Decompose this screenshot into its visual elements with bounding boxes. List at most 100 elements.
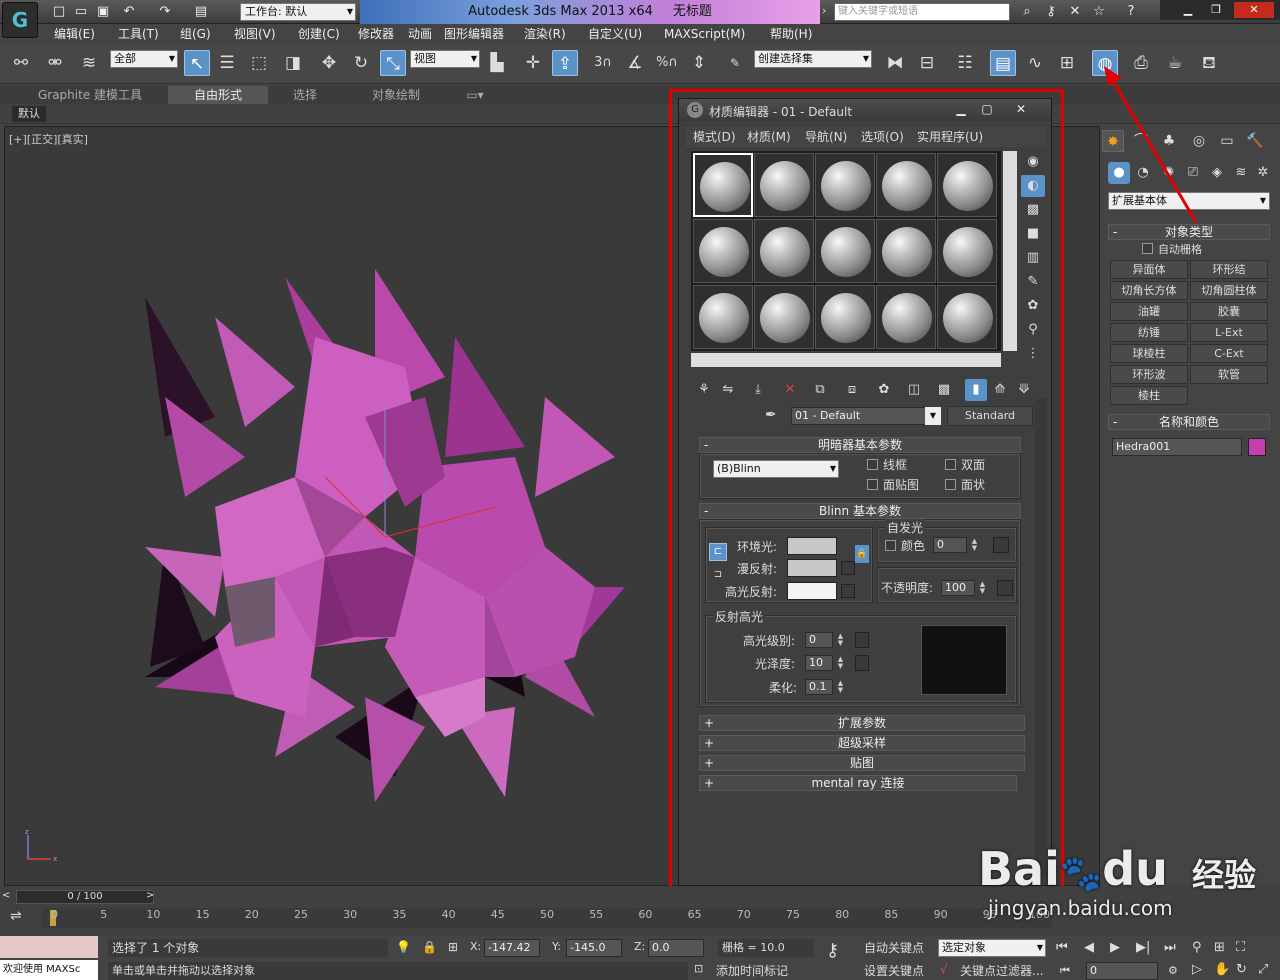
next-frame-icon[interactable]: ▶| [1136,940,1150,955]
schematic-view-icon[interactable]: ⊞ [1054,50,1080,76]
ambient-color-swatch[interactable] [787,537,837,555]
specular-color-swatch[interactable] [787,582,837,600]
sample-slot[interactable] [937,219,997,283]
self-illum-spinner[interactable]: ▲ ▼ [969,538,980,553]
search-chevron-icon[interactable]: › [822,4,826,17]
keyboard-shortcut-icon[interactable]: ⇪ [552,50,578,76]
selection-lock-icon[interactable]: 🔒 [422,940,437,954]
object-name-input[interactable]: Hedra001 [1112,438,1242,456]
rotate-icon[interactable]: ↻ [348,50,374,76]
menu-help[interactable]: 帮助(H) [770,24,812,44]
hose-button[interactable]: 软管 [1190,365,1268,384]
uv-tiling-icon[interactable]: ■ [1021,223,1045,245]
self-illum-map-button[interactable] [993,537,1009,553]
track-bar[interactable]: 0 5 10 15 20 25 30 35 40 45 50 55 60 65 70 75 80 85 90 95 10… [42,908,1052,928]
save-file-icon[interactable]: ▣ [94,3,112,21]
maps-rollout[interactable]: + 贴图 [699,755,1025,771]
motion-tab-icon[interactable]: ◎ [1188,130,1210,152]
sample-slot[interactable] [937,153,997,217]
put-to-library-icon[interactable]: ✿ [873,379,895,401]
shapes-icon[interactable]: ◔ [1132,162,1154,184]
go-to-start-icon[interactable]: ⏮ [1056,940,1068,955]
mtl-menu-modes[interactable]: 模式(D) [693,127,736,147]
specular-map-button[interactable] [841,584,855,598]
opacity-map-button[interactable] [997,580,1013,596]
show-end-result-icon[interactable]: ▮ [965,379,987,401]
pivot-center-icon[interactable]: ▙ [484,50,510,76]
zoom-extents-icon[interactable]: ⛶ [1236,940,1245,955]
unlink-icon[interactable]: ⚮ [42,50,68,76]
sample-slot[interactable] [876,285,936,349]
menu-edit[interactable]: 编辑(E) [54,24,95,44]
prism-button[interactable]: 棱柱 [1110,386,1188,405]
menu-rendering[interactable]: 渲染(R) [524,24,566,44]
link-icon[interactable]: ⚯ [8,50,34,76]
menu-animation[interactable]: 动画 [408,24,432,44]
menu-views[interactable]: 视图(V) [234,24,276,44]
undo-icon[interactable]: ↶ [120,3,138,21]
slots-horizontal-scrollbar[interactable] [691,353,1001,367]
go-to-parent-icon[interactable]: ⟰ [989,379,1011,401]
manipulate-icon[interactable]: ✛ [520,50,546,76]
minimize-icon[interactable]: ▁ [1176,2,1200,18]
diffuse-color-swatch[interactable] [787,559,837,577]
object-color-swatch[interactable] [1248,438,1266,456]
select-object-icon[interactable]: ↖ [184,50,210,76]
torus-knot-button[interactable]: 环形结 [1190,260,1268,279]
menu-graph-editors[interactable]: 图形编辑器 [444,24,504,44]
viewport-label[interactable]: [+][正交][真实] [9,131,88,147]
ringwave-button[interactable]: 环形波 [1110,365,1188,384]
systems-icon[interactable]: ✲ [1252,162,1274,184]
hedra-button[interactable]: 异面体 [1110,260,1188,279]
sample-slot[interactable] [754,285,814,349]
background-icon[interactable]: ▩ [1021,199,1045,221]
sample-slot[interactable] [754,219,814,283]
video-color-check-icon[interactable]: ▥ [1021,247,1045,269]
sample-slot[interactable] [693,153,753,217]
oil-tank-button[interactable]: 油罐 [1110,302,1188,321]
glossiness-input[interactable]: 10 [805,655,833,671]
object-type-rollout-header[interactable]: - 对象类型 [1108,224,1270,240]
key-mode-toggle-icon[interactable]: ⏮ [1060,964,1070,978]
chamfer-cylinder-button[interactable]: 切角圆柱体 [1190,281,1268,300]
material-editor-icon[interactable]: ◍ [1092,50,1118,76]
key-filters-button[interactable]: 关键点过滤器... [960,962,1050,980]
y-coordinate-input[interactable]: -145.0 [566,939,622,957]
tools-icon[interactable]: ✕ [1066,3,1084,21]
geometry-icon[interactable]: ● [1108,162,1130,184]
isolate-icon[interactable]: 💡 [396,940,411,954]
go-to-end-icon[interactable]: ⏭ [1164,940,1176,955]
two-sided-checkbox[interactable] [945,459,956,470]
rectangular-selection-icon[interactable]: ⬚ [246,50,272,76]
ribbon-options-icon[interactable]: ▭▾ [460,86,490,104]
capsule-button[interactable]: 胶囊 [1190,302,1268,321]
new-file-icon[interactable]: □ [50,3,68,21]
open-file-icon[interactable]: ▭ [72,3,90,21]
faceted-checkbox[interactable] [945,479,956,490]
make-material-copy-icon[interactable]: ⧉ [809,379,831,401]
mental-ray-rollout[interactable]: + mental ray 连接 [699,775,1017,791]
go-forward-sibling-icon[interactable]: ⟱ [1013,379,1035,401]
get-material-icon[interactable]: ⚘ [693,379,715,401]
create-tab-icon[interactable]: ✸ [1102,130,1124,152]
select-by-name-icon[interactable]: ☰ [214,50,240,76]
time-slider[interactable]: 0 / 100 [16,890,154,904]
autogrid-checkbox[interactable] [1142,243,1153,254]
selection-filter-select[interactable]: 全部 [110,50,178,68]
mtl-menu-utilities[interactable]: 实用程序(U) [917,127,983,147]
put-material-icon[interactable]: ⇋ [717,379,739,401]
assign-material-icon[interactable]: ⤓ [747,379,769,401]
reference-coordinate-select[interactable]: 视图 [410,50,480,68]
key-mode-select[interactable]: 选定对象 [938,939,1046,957]
named-selection-select[interactable]: 创建选择集 [754,50,872,68]
options-icon[interactable]: ✿ [1021,295,1045,317]
primitive-category-select[interactable]: 扩展基本体 [1108,192,1270,210]
workspace-select[interactable]: 工作台: 默认 [240,3,356,21]
x-coordinate-input[interactable]: -147.42 [484,939,540,957]
window-crossing-icon[interactable]: ◨ [280,50,306,76]
sample-slot[interactable] [815,219,875,283]
self-illum-color-checkbox[interactable] [885,540,896,551]
auto-key-button[interactable]: 自动关键点 [864,939,936,957]
supersampling-rollout[interactable]: + 超级采样 [699,735,1025,751]
soften-spinner[interactable]: ▲ ▼ [835,680,846,695]
